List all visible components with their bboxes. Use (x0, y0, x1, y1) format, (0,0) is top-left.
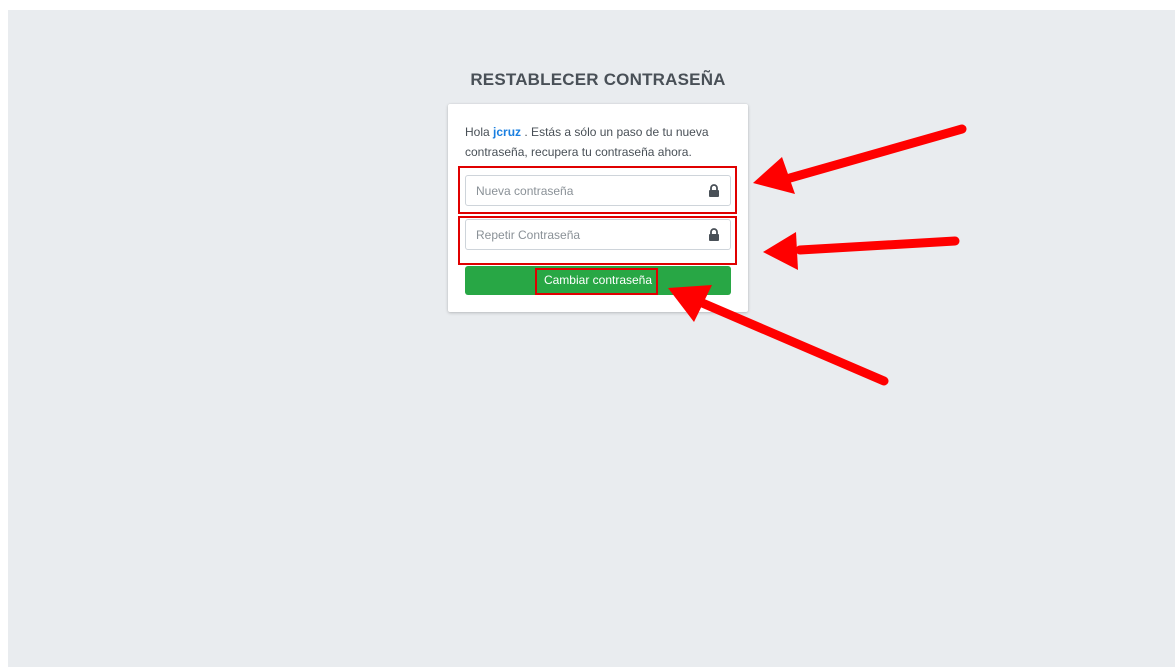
annotation-arrows (668, 124, 967, 386)
arrow-to-repeat-password (763, 232, 960, 270)
arrow-to-submit-button (668, 285, 889, 386)
arrow-to-new-password (753, 124, 967, 194)
